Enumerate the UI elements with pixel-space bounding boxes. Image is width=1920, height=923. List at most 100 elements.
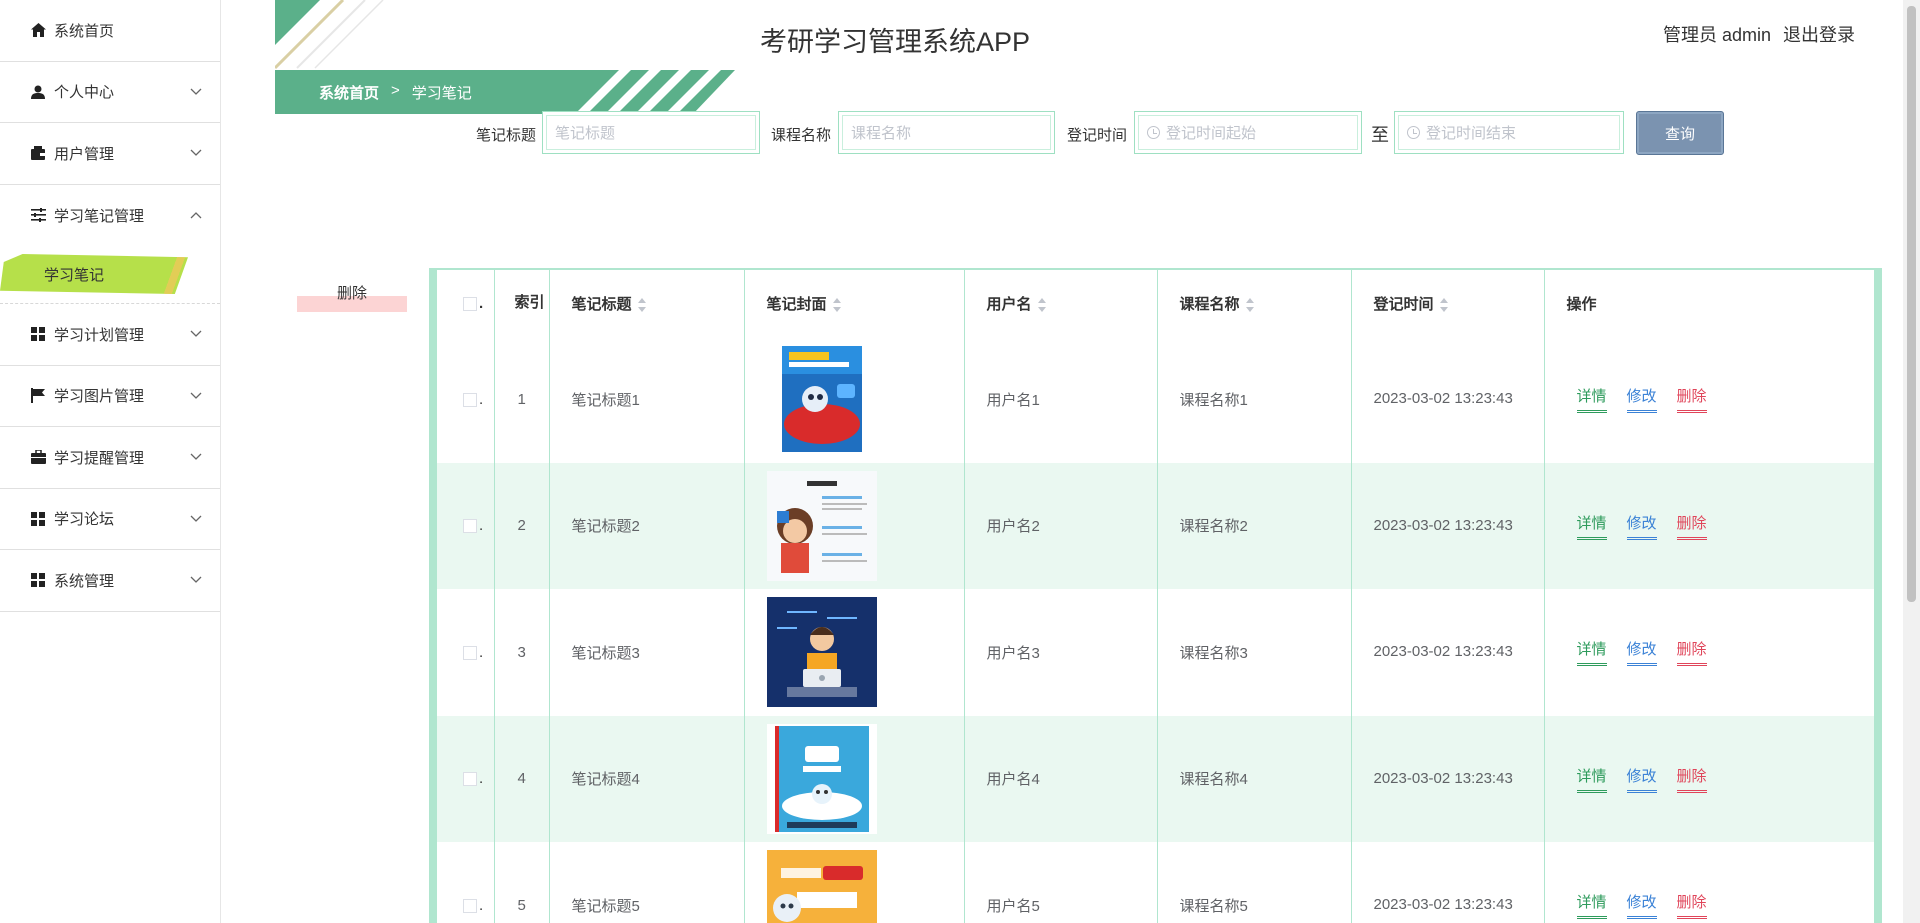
- time-start-placeholder: 登记时间起始: [1166, 125, 1257, 142]
- row-checkbox[interactable]: [463, 898, 477, 913]
- edit-button[interactable]: 修改: [1626, 512, 1657, 540]
- row-checkbox[interactable]: [463, 519, 477, 534]
- row-course: 课程名称4: [1157, 715, 1352, 842]
- title-input[interactable]: 笔记标题: [542, 111, 760, 154]
- clock-icon: [1407, 126, 1420, 139]
- sort-icon[interactable]: [1245, 297, 1254, 312]
- sort-icon[interactable]: [1439, 297, 1448, 312]
- time-start-input[interactable]: 登记时间起始: [1134, 111, 1362, 154]
- chevron-down-icon: [190, 88, 202, 95]
- submenu-item-label: 学习笔记: [44, 266, 105, 284]
- table-row: . 1 笔记标题1 用户名1 课程名称1 2023-03-02 13:23:43…: [437, 336, 1874, 463]
- sidebar-item-label: 个人中心: [54, 84, 115, 102]
- row-index: 2: [494, 462, 550, 589]
- table-header-row: . 索引 笔记标题 笔记封面 用户名 课程名称 登记时间 操作: [437, 270, 1874, 336]
- range-separator: 至: [1371, 125, 1389, 145]
- sidebar-item-reminder-management[interactable]: 学习提醒管理: [0, 427, 220, 489]
- sort-icon[interactable]: [832, 297, 841, 312]
- chevron-down-icon: [190, 453, 202, 461]
- row-ops: 详情 修改 删除: [1544, 842, 1874, 923]
- row-user: 用户名4: [964, 715, 1158, 842]
- time-end-input[interactable]: 登记时间结束: [1394, 111, 1624, 154]
- sidebar-item-home[interactable]: 系统首页: [0, 0, 220, 62]
- sidebar-item-forum[interactable]: 学习论坛: [0, 489, 220, 550]
- detail-button[interactable]: 详情: [1576, 891, 1607, 920]
- scrollbar-thumb[interactable]: [1907, 6, 1916, 602]
- batch-delete-button[interactable]: 删除: [297, 280, 407, 312]
- row-cover-cell: [744, 336, 965, 463]
- detail-button[interactable]: 详情: [1576, 638, 1607, 667]
- edit-button[interactable]: 修改: [1626, 638, 1657, 667]
- submenu-item-study-notes[interactable]: 学习笔记: [0, 254, 188, 294]
- sort-icon[interactable]: [637, 297, 646, 312]
- sidebar-item-system-management[interactable]: 系统管理: [0, 550, 220, 612]
- vertical-scrollbar[interactable]: [1903, 0, 1920, 923]
- logout-link[interactable]: 退出登录: [1783, 21, 1855, 47]
- edit-button[interactable]: 修改: [1626, 385, 1657, 414]
- delete-button[interactable]: 删除: [1676, 765, 1707, 793]
- table-row: . 5 笔记标题5 用户名5 课程名称5 2023-03-02 13:23:43…: [437, 842, 1874, 923]
- row-index: 4: [494, 715, 550, 842]
- detail-button[interactable]: 详情: [1576, 512, 1607, 540]
- row-time: 2023-03-02 13:23:43: [1351, 336, 1545, 463]
- cover-image-5: [766, 850, 877, 923]
- delete-button[interactable]: 删除: [1676, 512, 1707, 540]
- delete-button[interactable]: 删除: [1676, 385, 1707, 414]
- time-end-placeholder: 登记时间结束: [1426, 125, 1517, 142]
- user-area: 管理员 admin 退出登录: [1663, 21, 1855, 47]
- sidebar-item-plan-management[interactable]: 学习计划管理: [0, 304, 220, 366]
- user-role-label: 管理员: [1662, 25, 1717, 45]
- row-course: 课程名称2: [1157, 462, 1352, 589]
- course-input[interactable]: 课程名称: [838, 111, 1055, 154]
- column-header-user[interactable]: 用户名: [964, 270, 1158, 336]
- detail-button[interactable]: 详情: [1576, 385, 1607, 414]
- breadcrumb-separator: >: [391, 82, 400, 99]
- row-checkbox[interactable]: [463, 392, 477, 407]
- sidebar-item-notes-management[interactable]: 学习笔记管理: [0, 185, 220, 247]
- breadcrumb-home[interactable]: 系统首页: [319, 82, 379, 103]
- row-select-cell: .: [437, 715, 495, 842]
- briefcase-icon: [30, 449, 46, 465]
- row-user: 用户名3: [964, 589, 1158, 716]
- select-all-checkbox[interactable]: [463, 296, 477, 311]
- column-header-title[interactable]: 笔记标题: [549, 270, 745, 336]
- row-title: 笔记标题3: [549, 589, 745, 716]
- column-header-course[interactable]: 课程名称: [1157, 270, 1352, 336]
- table-row: . 2 笔记标题2 用户名2 课程名称2 2023-03-02 13:23:43…: [437, 462, 1874, 589]
- row-index: 1: [494, 336, 550, 463]
- sidebar-item-label: 学习计划管理: [54, 326, 145, 344]
- row-checkbox[interactable]: [463, 772, 477, 787]
- sidebar-item-label: 学习图片管理: [54, 388, 145, 406]
- user-icon: [30, 84, 46, 100]
- cover-image-2: [766, 470, 877, 581]
- row-checkbox[interactable]: [463, 645, 477, 660]
- sort-icon[interactable]: [1037, 297, 1046, 312]
- sidebar-item-image-management[interactable]: 学习图片管理: [0, 366, 220, 427]
- detail-button[interactable]: 详情: [1576, 765, 1607, 793]
- column-header-cover[interactable]: 笔记封面: [744, 270, 965, 336]
- sidebar-item-label: 学习笔记管理: [54, 207, 145, 225]
- clock-icon: [1147, 126, 1160, 139]
- column-header-time[interactable]: 登记时间: [1351, 270, 1545, 336]
- user-name: admin: [1721, 25, 1771, 45]
- row-cover-cell: [744, 715, 965, 842]
- course-label: 课程名称: [771, 127, 832, 144]
- edit-button[interactable]: 修改: [1626, 891, 1657, 920]
- sliders-icon: [30, 207, 46, 223]
- delete-button[interactable]: 删除: [1676, 891, 1707, 920]
- row-index: 5: [494, 842, 550, 923]
- row-time: 2023-03-02 13:23:43: [1351, 842, 1545, 923]
- row-index: 3: [494, 589, 550, 716]
- title-placeholder: 笔记标题: [555, 125, 616, 142]
- breadcrumb-current: 学习笔记: [411, 85, 472, 102]
- delete-button[interactable]: 删除: [1676, 638, 1707, 667]
- chevron-up-icon: [190, 212, 202, 219]
- row-select-cell: .: [437, 589, 495, 716]
- query-button[interactable]: 查询: [1636, 111, 1724, 155]
- row-user: 用户名2: [964, 462, 1158, 589]
- edit-button[interactable]: 修改: [1626, 765, 1657, 793]
- column-header-time-label: 登记时间: [1373, 295, 1434, 313]
- app-title: 考研学习管理系统APP: [760, 27, 1031, 57]
- row-ops: 详情 修改 删除: [1544, 462, 1874, 589]
- row-title: 笔记标题1: [549, 336, 745, 463]
